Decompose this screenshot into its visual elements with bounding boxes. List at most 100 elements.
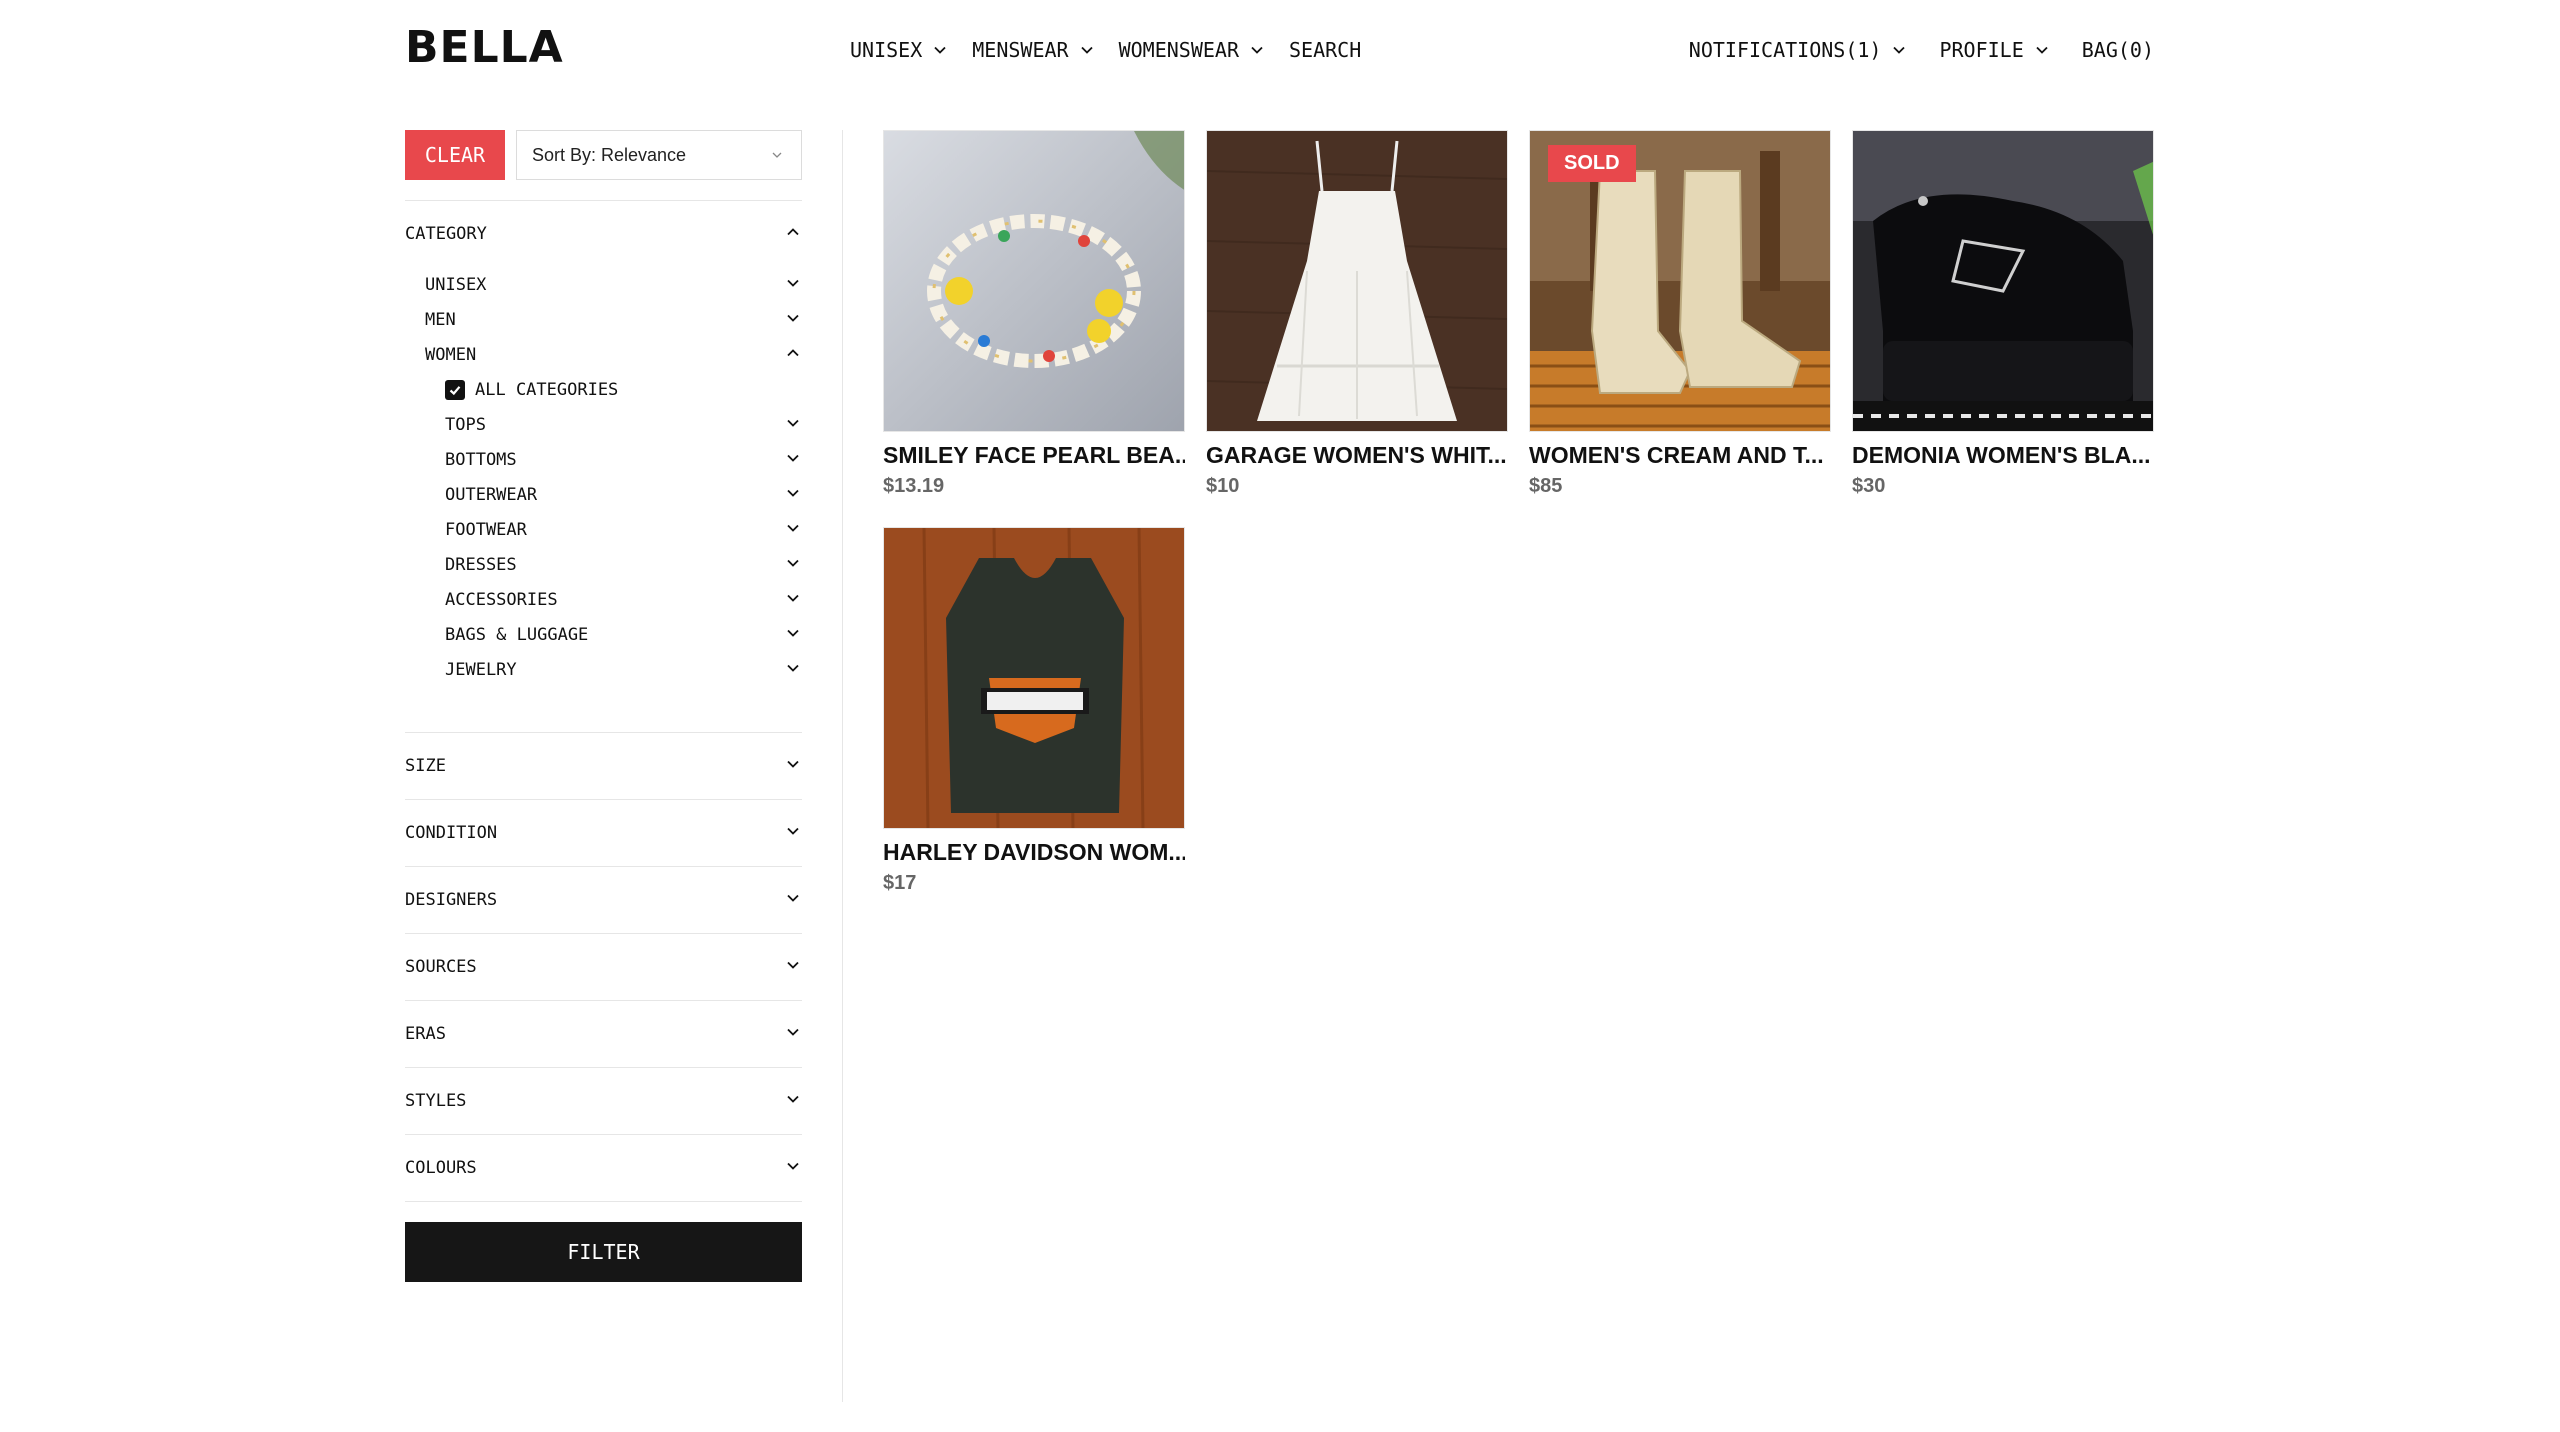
chevron-down-icon <box>1251 44 1263 56</box>
product-card[interactable]: HARLEY DAVIDSON WOM... $17 <box>883 527 1185 895</box>
chevron-down-icon <box>786 450 800 470</box>
nav-notifications-label: NOTIFICATIONS(1) <box>1688 38 1882 62</box>
product-card[interactable]: SOLD WOMEN'S CREAM AND T... $85 <box>1529 130 1831 498</box>
site-header: BELLA UNISEX MENSWEAR WOMENSWEAR SEARCH … <box>0 0 2560 100</box>
filter-section-sources[interactable]: SOURCES <box>405 934 802 1000</box>
subcategory-label: FOOTWEAR <box>445 519 527 540</box>
chevron-down-icon <box>2036 44 2048 56</box>
subcategory-label: BOTTOMS <box>445 449 517 470</box>
subcategory-label: DRESSES <box>445 554 517 575</box>
filter-section-size[interactable]: SIZE <box>405 733 802 799</box>
chevron-down-icon <box>934 44 946 56</box>
filter-section-eras[interactable]: ERAS <box>405 1001 802 1067</box>
subcategory-label: TOPS <box>445 414 486 435</box>
product-card[interactable]: SMILEY FACE PEARL BEA... $13.19 <box>883 130 1185 498</box>
chevron-down-icon <box>786 1091 800 1111</box>
filter-section-styles[interactable]: STYLES <box>405 1068 802 1134</box>
nav-menswear-label: MENSWEAR <box>972 38 1069 62</box>
subcategory-label: JEWELRY <box>445 659 517 680</box>
subcategory-accessories[interactable]: ACCESSORIES <box>405 582 802 617</box>
section-label: ERAS <box>405 1024 446 1044</box>
subcategory-bottoms[interactable]: BOTTOMS <box>405 442 802 477</box>
product-card[interactable]: DEMONIA WOMEN'S BLA... $30 <box>1852 130 2154 498</box>
nav-profile[interactable]: PROFILE <box>1939 38 2048 62</box>
chevron-down-icon <box>1893 44 1906 56</box>
subcategory-footwear[interactable]: FOOTWEAR <box>405 512 802 547</box>
sidebar-divider <box>842 130 843 1402</box>
product-title[interactable]: GARAGE WOMEN'S WHIT... <box>1206 442 1508 469</box>
nav-womenswear[interactable]: WOMENSWEAR <box>1119 38 1263 62</box>
category-women[interactable]: WOMEN <box>405 337 802 372</box>
filter-section-condition[interactable]: CONDITION <box>405 800 802 866</box>
product-price: $30 <box>1852 475 1886 497</box>
subcategory-jewelry[interactable]: JEWELRY <box>405 652 802 687</box>
sold-badge: SOLD <box>1548 145 1636 182</box>
subcategory-tops[interactable]: TOPS <box>405 407 802 442</box>
subcategory-outerwear[interactable]: OUTERWEAR <box>405 477 802 512</box>
chevron-down-icon <box>786 590 800 610</box>
chevron-down-icon <box>786 625 800 645</box>
chevron-down-icon <box>786 890 800 910</box>
site-logo[interactable]: BELLA <box>405 22 564 73</box>
category-men-label: MEN <box>425 309 456 330</box>
section-label: SIZE <box>405 756 446 776</box>
filter-section-designers[interactable]: DESIGNERS <box>405 867 802 933</box>
subcategory-bags-luggage[interactable]: BAGS & LUGGAGE <box>405 617 802 652</box>
account-nav: NOTIFICATIONS(1) PROFILE BAG(0) <box>1689 38 2154 62</box>
category-women-label: WOMEN <box>425 344 477 365</box>
subcategory-dresses[interactable]: DRESSES <box>405 547 802 582</box>
product-price: $13.19 <box>883 475 945 497</box>
chevron-down-icon <box>786 415 800 435</box>
nav-profile-label: PROFILE <box>1939 38 2024 62</box>
subcategory-label: ACCESSORIES <box>445 589 558 610</box>
clear-button[interactable]: CLEAR <box>405 130 505 180</box>
primary-nav: UNISEX MENSWEAR WOMENSWEAR SEARCH <box>850 38 1361 62</box>
product-price: $17 <box>883 872 917 894</box>
nav-bag[interactable]: BAG(0) <box>2082 38 2154 62</box>
product-card[interactable]: GARAGE WOMEN'S WHIT... $10 <box>1206 130 1508 498</box>
all-categories-label: ALL CATEGORIES <box>475 379 619 400</box>
chevron-down-icon <box>786 520 800 540</box>
filter-button[interactable]: FILTER <box>405 1222 802 1282</box>
category-section-header[interactable]: CATEGORY <box>405 201 802 267</box>
sort-select[interactable]: Sort By: Relevance <box>516 130 802 180</box>
product-title[interactable]: HARLEY DAVIDSON WOM... <box>883 839 1185 866</box>
nav-search-label: SEARCH <box>1289 38 1362 62</box>
product-price: $85 <box>1529 475 1563 497</box>
chevron-up-icon <box>786 224 800 244</box>
checkmark-icon <box>449 385 461 395</box>
section-label: COLOURS <box>405 1158 477 1178</box>
chevron-down-icon <box>786 1024 800 1044</box>
nav-search[interactable]: SEARCH <box>1289 38 1361 62</box>
chevron-down-icon <box>786 1158 800 1178</box>
filter-section-colours[interactable]: COLOURS <box>405 1135 802 1201</box>
chevron-down-icon <box>771 145 783 166</box>
subcategory-label: OUTERWEAR <box>445 484 538 505</box>
subcategory-label: BAGS & LUGGAGE <box>445 624 589 645</box>
divider <box>405 1201 802 1202</box>
nav-notifications[interactable]: NOTIFICATIONS(1) <box>1689 38 1906 62</box>
product-price: $10 <box>1206 475 1240 497</box>
category-men[interactable]: MEN <box>405 302 802 337</box>
product-title[interactable]: WOMEN'S CREAM AND T... <box>1529 442 1831 469</box>
chevron-down-icon <box>786 555 800 575</box>
product-image-cowboy-boots[interactable]: SOLD <box>1529 130 1831 432</box>
chevron-down-icon <box>786 310 800 330</box>
nav-menswear[interactable]: MENSWEAR <box>972 38 1093 62</box>
sidebar-top-controls: CLEAR Sort By: Relevance <box>405 130 802 180</box>
product-title[interactable]: DEMONIA WOMEN'S BLA... <box>1852 442 2154 469</box>
section-label: DESIGNERS <box>405 890 498 910</box>
nav-bag-label: BAG(0) <box>2081 38 2154 62</box>
chevron-down-icon <box>786 957 800 977</box>
all-categories-checkbox[interactable] <box>445 379 465 400</box>
all-categories-option: ALL CATEGORIES <box>405 372 802 407</box>
sort-select-label: Sort By: Relevance <box>532 144 687 165</box>
product-title[interactable]: SMILEY FACE PEARL BEA... <box>883 442 1185 469</box>
product-image-platform-shoes[interactable] <box>1852 130 2154 432</box>
product-image-bracelet[interactable] <box>883 130 1185 432</box>
product-image-leather-vest[interactable] <box>883 527 1185 829</box>
nav-unisex[interactable]: UNISEX <box>850 38 946 62</box>
product-image-white-dress[interactable] <box>1206 130 1508 432</box>
nav-unisex-label: UNISEX <box>850 38 923 62</box>
category-unisex[interactable]: UNISEX <box>405 267 802 302</box>
